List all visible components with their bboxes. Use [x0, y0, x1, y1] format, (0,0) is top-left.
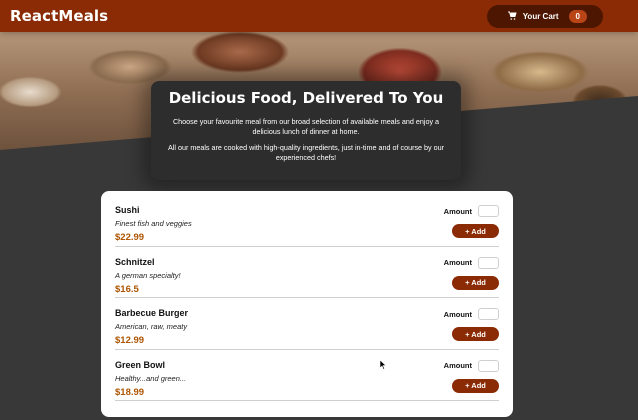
- amount-input[interactable]: [478, 308, 499, 320]
- amount-row: Amount: [444, 308, 499, 320]
- amount-input[interactable]: [478, 359, 499, 372]
- cart-label: Your Cart: [522, 11, 559, 21]
- meal-form: Amount + Add: [443, 256, 499, 298]
- cart-count-badge: 0: [568, 9, 587, 23]
- cart-icon: [507, 11, 517, 21]
- meal-item: Barbecue Burger American, raw, meaty $12…: [115, 298, 499, 350]
- add-button[interactable]: + Add: [452, 224, 499, 238]
- add-button[interactable]: + Add: [452, 327, 499, 341]
- meal-description: Finest fish and veggies: [115, 219, 192, 228]
- amount-row: Amount: [443, 359, 499, 372]
- meal-price: $12.99: [115, 335, 145, 346]
- meal-name: Green Bowl: [115, 359, 166, 370]
- summary-paragraph-2: All our meals are cooked with high-quali…: [167, 143, 445, 162]
- meal-info: Barbecue Burger American, raw, meaty $12…: [115, 308, 188, 349]
- meal-name: Sushi: [115, 205, 140, 215]
- meal-name: Barbecue Burger: [115, 308, 189, 318]
- meal-description: A german specialty!: [115, 270, 181, 280]
- meal-description: American, raw, meaty: [115, 322, 188, 331]
- summary-paragraph-1: Choose your favourite meal from our broa…: [172, 117, 440, 136]
- amount-input[interactable]: [478, 256, 499, 269]
- meal-item: Green Bowl Healthy...and green... $18.99…: [115, 350, 499, 401]
- meal-form: Amount + Add: [444, 308, 499, 349]
- amount-label: Amount: [443, 258, 472, 267]
- summary-title: Delicious Food, Delivered To You: [168, 89, 444, 107]
- meals-list: Sushi Finest fish and veggies $22.99 Amo…: [101, 191, 513, 417]
- brand-title: ReactMeals: [10, 7, 109, 25]
- meal-form: Amount + Add: [443, 359, 499, 401]
- amount-row: Amount: [444, 205, 499, 217]
- amount-label: Amount: [443, 206, 472, 216]
- meal-item: Schnitzel A german specialty! $16.5 Amou…: [115, 247, 499, 298]
- meal-item: Sushi Finest fish and veggies $22.99 Amo…: [115, 195, 499, 247]
- meal-info: Sushi Finest fish and veggies $22.99: [115, 205, 192, 246]
- meal-price: $18.99: [115, 386, 145, 398]
- add-button[interactable]: + Add: [452, 378, 499, 393]
- cart-button[interactable]: Your Cart 0: [486, 4, 603, 28]
- amount-row: Amount: [443, 256, 499, 269]
- meal-price: $16.5: [115, 283, 139, 295]
- meal-info: Schnitzel A german specialty! $16.5: [115, 257, 181, 298]
- amount-input[interactable]: [478, 205, 499, 217]
- app-header: ReactMeals Your Cart 0: [0, 0, 638, 32]
- meals-summary: Delicious Food, Delivered To You Choose …: [151, 81, 461, 180]
- meal-price: $22.99: [115, 232, 145, 243]
- add-button[interactable]: + Add: [452, 275, 499, 290]
- mouse-cursor-icon: [379, 357, 387, 375]
- meal-name: Schnitzel: [115, 256, 155, 267]
- meal-description: Healthy...and green...: [115, 373, 187, 383]
- meal-info: Green Bowl Healthy...and green... $18.99: [115, 360, 186, 401]
- amount-label: Amount: [443, 309, 472, 319]
- amount-label: Amount: [443, 361, 472, 370]
- meal-form: Amount + Add: [444, 205, 499, 246]
